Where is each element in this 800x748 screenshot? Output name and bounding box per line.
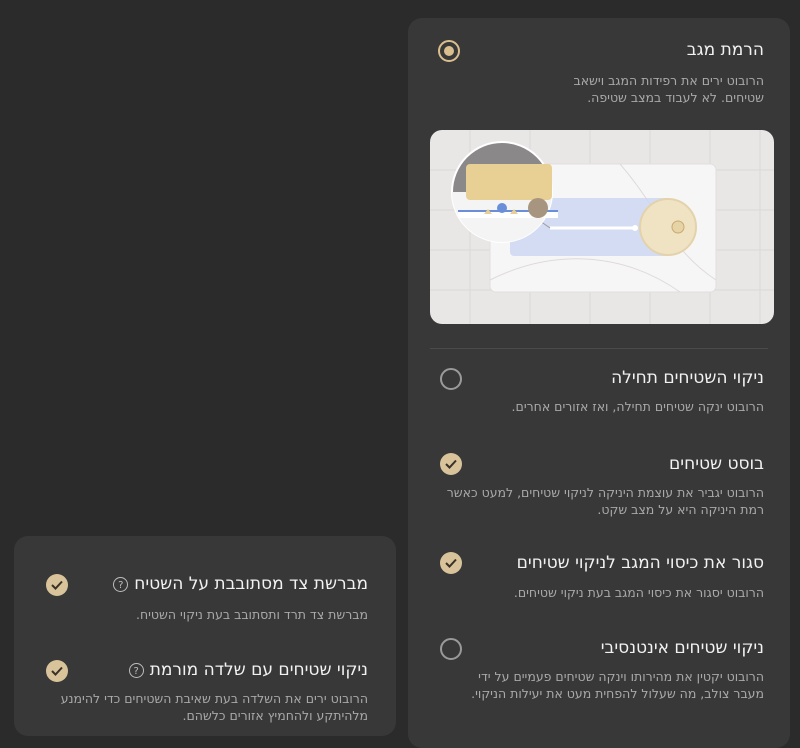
side-brush-checkbox[interactable] bbox=[46, 574, 68, 596]
mop-lift-radio[interactable] bbox=[438, 40, 460, 62]
side-brush-desc: מברשת צד תרד ותסתובב בעת ניקוי השטיח. bbox=[135, 607, 368, 622]
carpets-first-desc: הרובוט ינקה שטיחים תחילה, ואז אזורים אחר… bbox=[511, 399, 764, 414]
robot-carpet-illustration bbox=[430, 130, 774, 324]
intensive-carpet-radio[interactable] bbox=[440, 638, 462, 660]
intensive-carpet-title: ניקוי שטיחים אינטנסיבי bbox=[600, 638, 764, 658]
carpet-settings-panel: הרמת מגב הרובוט ירים את רפידות המגב וישא… bbox=[408, 18, 790, 748]
raised-chassis-checkbox[interactable] bbox=[46, 660, 68, 682]
check-icon bbox=[51, 666, 63, 676]
carpets-first-radio[interactable] bbox=[440, 368, 462, 390]
raised-chassis-desc: הרובוט ירים את השלדה בעת שאיבת השטיחים כ… bbox=[60, 691, 368, 723]
close-mop-cover-checkbox[interactable] bbox=[440, 552, 462, 574]
raised-chassis-title-row: ניקוי שטיחים עם שלדה מורמת? bbox=[128, 660, 368, 680]
mop-lift-desc: הרובוט ירים את רפידות המגב וישאב שטיחים.… bbox=[573, 73, 764, 105]
carpet-extra-settings-panel: מברשת צד מסתובבת על השטיח? מברשת צד תרד … bbox=[14, 536, 396, 736]
side-brush-title-row: מברשת צד מסתובבת על השטיח? bbox=[113, 574, 368, 594]
check-icon bbox=[445, 459, 457, 469]
help-icon[interactable]: ? bbox=[113, 576, 129, 592]
carpet-boost-desc: הרובוט יגביר את עוצמת היניקה לניקוי שטיח… bbox=[446, 485, 764, 517]
divider bbox=[430, 348, 768, 349]
raised-chassis-title: ניקוי שטיחים עם שלדה מורמת bbox=[149, 660, 368, 680]
carpet-boost-title: בוסט שטיחים bbox=[669, 454, 764, 474]
check-icon bbox=[445, 558, 457, 568]
close-mop-cover-title: סגור את כיסוי המגב לניקוי שטיחים bbox=[516, 553, 764, 573]
check-icon bbox=[51, 580, 63, 590]
robot-illustration bbox=[430, 130, 774, 324]
close-mop-cover-desc: הרובוט יסגור את כיסוי המגב בעת ניקוי שטי… bbox=[513, 585, 764, 600]
carpets-first-title: ניקוי השטיחים תחילה bbox=[611, 368, 764, 388]
side-brush-title: מברשת צד מסתובבת על השטיח bbox=[134, 574, 368, 594]
mop-lift-title: הרמת מגב bbox=[686, 40, 764, 60]
carpet-boost-checkbox[interactable] bbox=[440, 453, 462, 475]
help-icon[interactable]: ? bbox=[128, 662, 144, 678]
intensive-carpet-desc: הרובוט יקטין את מהירותו וינקה שטיחים פעמ… bbox=[471, 669, 764, 701]
